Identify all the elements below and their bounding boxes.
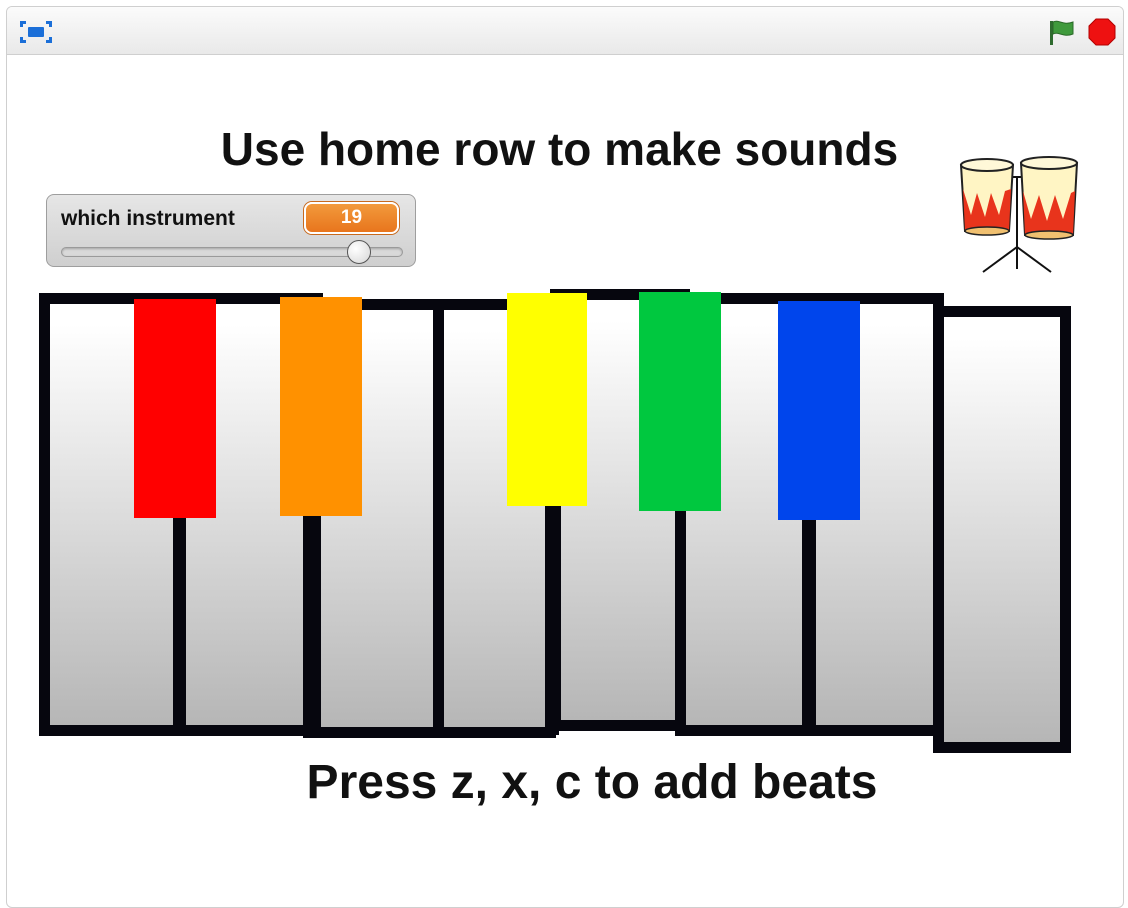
stage-heading: Use home row to make sounds [220,123,899,175]
stage-footer: Press z, x, c to add beats [306,756,878,809]
instrument-slider-monitor: which instrument 19 [46,194,416,267]
yellow-key[interactable] [507,293,587,506]
slider-label: which instrument [61,207,235,230]
bongo-drums-icon[interactable] [957,155,1081,282]
white-key-8[interactable] [933,306,1071,753]
key-stem-2 [310,513,321,735]
slider-track[interactable] [61,240,403,264]
key-stem-4 [675,509,686,735]
blue-key[interactable] [778,301,860,520]
green-key[interactable] [639,292,721,511]
key-stem-1 [173,515,184,735]
slider-thumb[interactable] [346,240,371,264]
key-stem-5 [802,517,816,735]
player-frame: Use home row to make sounds which instru… [6,6,1124,908]
player-toolbar [7,7,1123,55]
stage[interactable]: Use home row to make sounds which instru… [7,55,1123,895]
slider-value-badge: 19 [304,202,399,234]
fullscreen-toggle-icon[interactable] [19,19,53,50]
green-flag-icon[interactable] [1047,19,1077,52]
stop-sign-icon[interactable] [1088,18,1116,51]
red-key[interactable] [134,299,216,518]
key-stem-3 [545,503,559,735]
orange-key[interactable] [280,297,362,516]
